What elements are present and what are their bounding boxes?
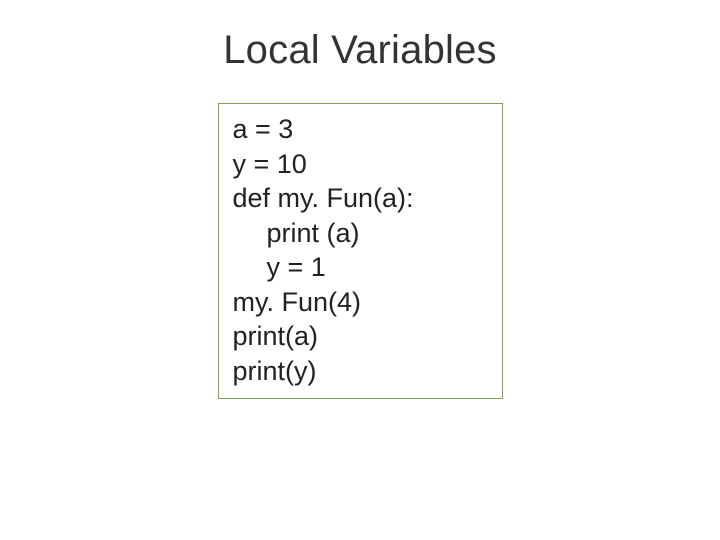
slide: Local Variables a = 3 y = 10 def my. Fun… — [0, 0, 720, 540]
code-line: y = 1 — [233, 250, 488, 285]
code-line: print(a) — [233, 319, 488, 354]
code-line: print (a) — [233, 216, 488, 251]
code-line: my. Fun(4) — [233, 285, 488, 320]
code-line: def my. Fun(a): — [233, 181, 488, 216]
code-line: a = 3 — [233, 112, 488, 147]
code-line: print(y) — [233, 354, 488, 389]
code-line: y = 10 — [233, 147, 488, 182]
code-box: a = 3 y = 10 def my. Fun(a): print (a) y… — [218, 103, 503, 399]
slide-title: Local Variables — [223, 28, 497, 73]
